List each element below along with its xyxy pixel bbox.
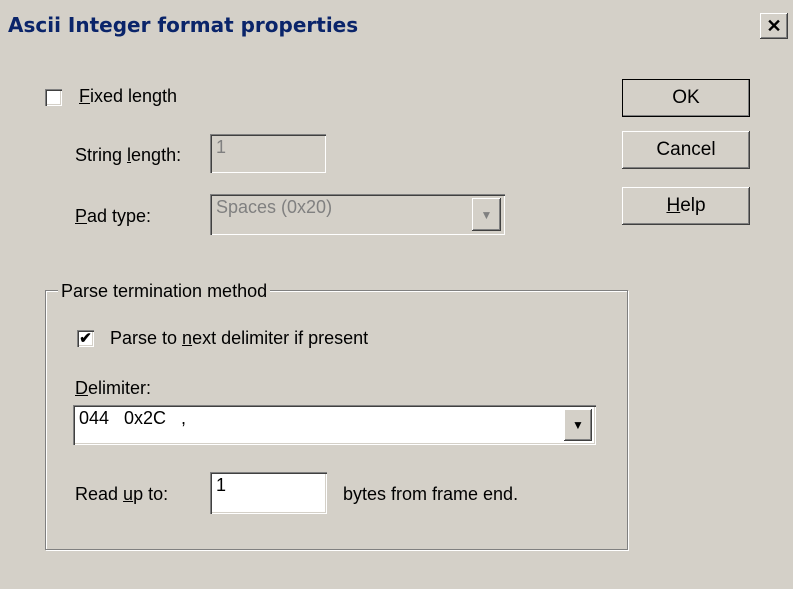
read-up-to-label-before: Read: [75, 484, 124, 504]
read-up-to-label-after: p to:: [133, 484, 169, 504]
read-up-to-mnemonic: u: [123, 484, 134, 504]
chevron-down-icon: ▼: [572, 418, 584, 432]
parse-next-label-after: ext delimiter if present: [192, 328, 369, 348]
help-button[interactable]: Help: [622, 187, 750, 225]
string-length-field[interactable]: 1: [210, 134, 326, 173]
format-properties-dialog: Ascii Integer format properties ✕ Fixed …: [0, 0, 793, 589]
parse-termination-group-title: Parse termination method: [58, 281, 271, 302]
string-length-label-before: String: [75, 145, 128, 165]
pad-type-label-rest: ad type:: [87, 206, 152, 226]
close-icon: ✕: [766, 16, 782, 36]
pad-type-mnemonic: P: [75, 206, 88, 226]
chevron-down-icon: ▼: [480, 207, 493, 222]
bytes-from-frame-end-label: bytes from frame end.: [343, 484, 519, 504]
fixed-length-mnemonic: F: [79, 86, 90, 106]
delimiter-label: Delimiter:: [75, 378, 151, 399]
fixed-length-label-rest: ixed length: [90, 86, 178, 106]
delimiter-dropdown-button[interactable]: ▼: [564, 409, 592, 441]
delimiter-mnemonic: D: [75, 378, 88, 398]
parse-next-label-before: Parse to: [110, 328, 183, 348]
ok-button[interactable]: OK: [622, 79, 750, 117]
cancel-button[interactable]: Cancel: [622, 131, 750, 169]
pad-type-label: Pad type:: [75, 206, 151, 227]
parse-next-mnemonic: n: [182, 328, 193, 348]
string-length-label: String length:: [75, 145, 181, 166]
help-mnemonic: H: [666, 195, 681, 216]
pad-type-dropdown-button[interactable]: ▼: [472, 198, 501, 231]
title-bar: Ascii Integer format properties ✕: [0, 0, 793, 46]
pad-type-select[interactable]: Spaces (0x20): [210, 194, 505, 235]
read-up-to-label: Read up to:: [75, 484, 168, 505]
delimiter-select[interactable]: 044 0x2C ,: [73, 405, 596, 445]
fixed-length-checkbox[interactable]: [45, 89, 62, 106]
string-length-label-after: ength:: [131, 145, 182, 165]
window-title: Ascii Integer format properties: [8, 13, 359, 37]
checkmark-icon: ✔: [79, 330, 92, 347]
close-button[interactable]: ✕: [760, 13, 788, 39]
parse-next-delimiter-label[interactable]: Parse to next delimiter if present: [110, 328, 368, 349]
fixed-length-label[interactable]: Fixed length: [79, 86, 177, 107]
parse-next-delimiter-checkbox[interactable]: ✔: [77, 330, 94, 347]
read-up-to-field[interactable]: 1: [210, 472, 327, 514]
help-label-rest: elp: [680, 195, 706, 216]
delimiter-label-rest: elimiter:: [88, 378, 152, 398]
